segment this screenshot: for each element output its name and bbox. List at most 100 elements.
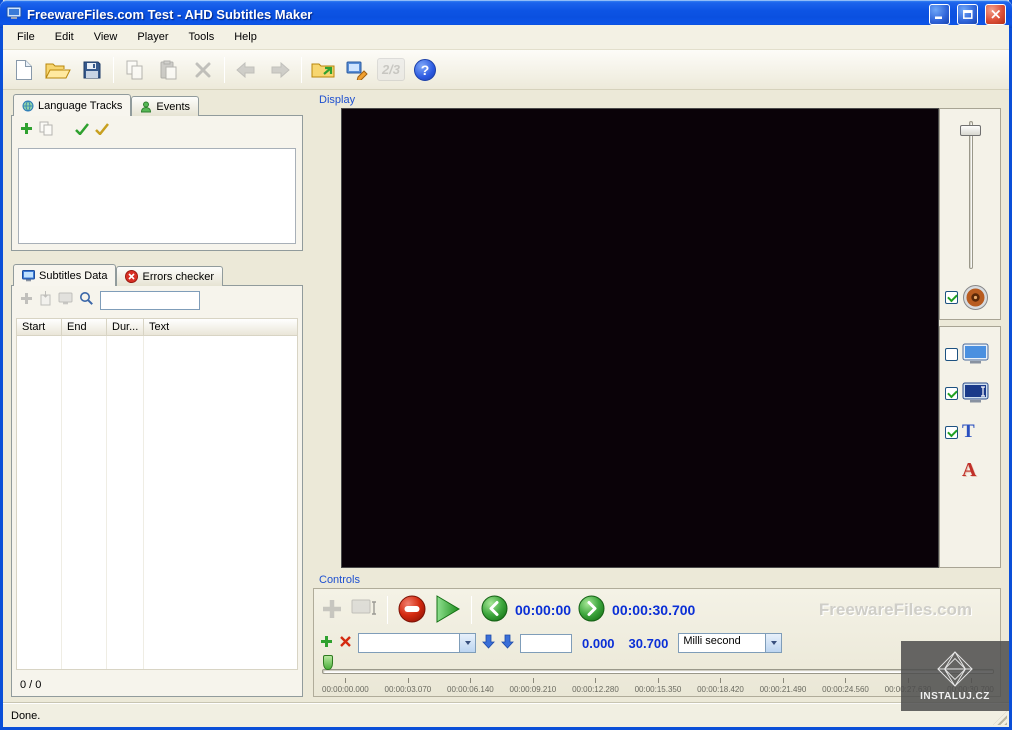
- subtitle-overlay-checkbox[interactable]: [945, 387, 958, 400]
- tracks-tabstrip: Language Tracks Events: [13, 94, 199, 116]
- gem-icon: [936, 650, 974, 688]
- close-icon: [991, 10, 1001, 19]
- subtitle-overlay-row: [940, 382, 1000, 405]
- remove-keypoint-button[interactable]: [339, 635, 352, 651]
- video-display[interactable]: [341, 108, 939, 568]
- menu-edit[interactable]: Edit: [45, 27, 84, 47]
- menu-tools[interactable]: Tools: [179, 27, 225, 47]
- video-overlay-checkbox[interactable]: [945, 348, 958, 361]
- person-icon: [140, 101, 152, 113]
- font-color-row: A: [940, 459, 1000, 482]
- add-track-button[interactable]: [20, 122, 33, 138]
- language-tracks-list[interactable]: [18, 148, 296, 244]
- resize-grip[interactable]: [993, 711, 1007, 725]
- convert-button: 2/3: [375, 54, 407, 86]
- save-button[interactable]: [76, 54, 108, 86]
- column-header-end[interactable]: End: [62, 319, 107, 335]
- left-panel: Language Tracks Events: [11, 94, 303, 699]
- tab-events[interactable]: Events: [131, 96, 199, 116]
- menubar: File Edit View Player Tools Help: [3, 25, 1009, 50]
- new-button[interactable]: [8, 54, 40, 86]
- set-start-button[interactable]: [482, 634, 495, 652]
- save-icon: [82, 60, 102, 80]
- error-icon: [125, 270, 138, 283]
- toolbar-separator: [113, 57, 114, 83]
- help-icon: ?: [414, 59, 436, 81]
- keypoint-dropdown[interactable]: [358, 633, 476, 653]
- search-input[interactable]: [100, 291, 200, 310]
- tab-errors-checker[interactable]: Errors checker: [116, 266, 223, 286]
- subtitles-table-header: Start End Dur... Text: [16, 318, 298, 336]
- column-header-text[interactable]: Text: [144, 319, 297, 335]
- menu-file[interactable]: File: [7, 27, 45, 47]
- monitor-icon[interactable]: [962, 343, 989, 366]
- maximize-button[interactable]: [957, 4, 978, 25]
- forward-button: [264, 54, 296, 86]
- keypoint-dropdown-value: [359, 634, 459, 652]
- column-header-duration[interactable]: Dur...: [107, 319, 144, 335]
- toolbar-separator: [301, 57, 302, 83]
- minimize-button[interactable]: [929, 4, 950, 25]
- delete-button: [187, 54, 219, 86]
- text-style-checkbox[interactable]: [945, 426, 958, 439]
- set-default-track-button[interactable]: [75, 123, 89, 138]
- open-button[interactable]: [42, 54, 74, 86]
- dropdown-arrow-icon[interactable]: [459, 634, 475, 652]
- gold-check-icon: [95, 123, 109, 135]
- menu-view[interactable]: View: [84, 27, 128, 47]
- menu-help[interactable]: Help: [224, 27, 267, 47]
- timeline-labels: 00:00:00.000 00:00:03.070 00:00:06.140 0…: [322, 678, 994, 694]
- keypoint-row: 0.000 30.700 Milli second: [320, 631, 994, 655]
- subtitles-toolbar: [12, 286, 302, 314]
- speaker-icon[interactable]: [962, 284, 989, 311]
- menu-player[interactable]: Player: [127, 27, 178, 47]
- timeline-thumb[interactable]: [323, 655, 333, 670]
- volume-slider-thumb[interactable]: [960, 125, 981, 136]
- play-button[interactable]: [434, 594, 462, 627]
- tab-language-tracks[interactable]: Language Tracks: [13, 94, 131, 116]
- dropdown-arrow-icon[interactable]: [765, 634, 781, 652]
- insert-subtitle-button: [39, 291, 52, 309]
- seek-back-icon: [481, 595, 508, 622]
- validate-track-button[interactable]: [95, 123, 109, 138]
- volume-slider[interactable]: [969, 121, 973, 269]
- font-color-icon[interactable]: A: [962, 459, 976, 482]
- edit-subtitles-button[interactable]: [341, 54, 373, 86]
- close-button[interactable]: [985, 4, 1006, 25]
- timeline-track[interactable]: [322, 669, 994, 674]
- add-icon: [320, 635, 333, 648]
- search-icon: [79, 291, 94, 306]
- duration-value: 30.700: [625, 636, 673, 651]
- timeline-tick-label: 00:00:21.490: [760, 678, 807, 694]
- seek-back-button[interactable]: [481, 595, 508, 625]
- add-keypoint-button[interactable]: [320, 635, 333, 651]
- delete-icon: [195, 62, 211, 78]
- subtitle-monitor-icon[interactable]: [962, 382, 989, 405]
- stop-button[interactable]: [397, 594, 427, 627]
- add-subtitle-button: [20, 292, 33, 308]
- convert-icon: 2/3: [377, 58, 405, 81]
- timeline-tick-label: 00:00:12.280: [572, 678, 619, 694]
- column-header-start[interactable]: Start: [17, 319, 62, 335]
- total-time-display: 00:00:30.700: [612, 602, 695, 618]
- timeline-tick-label: 00:00:24.560: [822, 678, 869, 694]
- status-text: Done.: [11, 710, 40, 722]
- subtitles-table-body[interactable]: [16, 336, 298, 670]
- edit-subtitles-icon: [346, 59, 369, 80]
- delete-subtitle-button: [58, 292, 73, 308]
- side-strip: T A: [939, 108, 1001, 568]
- help-button[interactable]: ?: [409, 54, 441, 86]
- position-input[interactable]: [520, 634, 572, 653]
- text-style-icon[interactable]: T: [962, 421, 975, 443]
- unit-dropdown[interactable]: Milli second: [678, 633, 782, 653]
- right-area: Display: [309, 94, 1001, 699]
- set-end-button[interactable]: [501, 634, 514, 652]
- search-button[interactable]: [79, 291, 94, 309]
- tab-subtitles-data[interactable]: Subtitles Data: [13, 264, 116, 286]
- seek-forward-icon: [578, 595, 605, 622]
- import-media-button[interactable]: [307, 54, 339, 86]
- screen-icon: [58, 292, 73, 305]
- audio-checkbox[interactable]: [945, 291, 958, 304]
- paste-icon: [160, 60, 178, 80]
- seek-forward-button[interactable]: [578, 595, 605, 625]
